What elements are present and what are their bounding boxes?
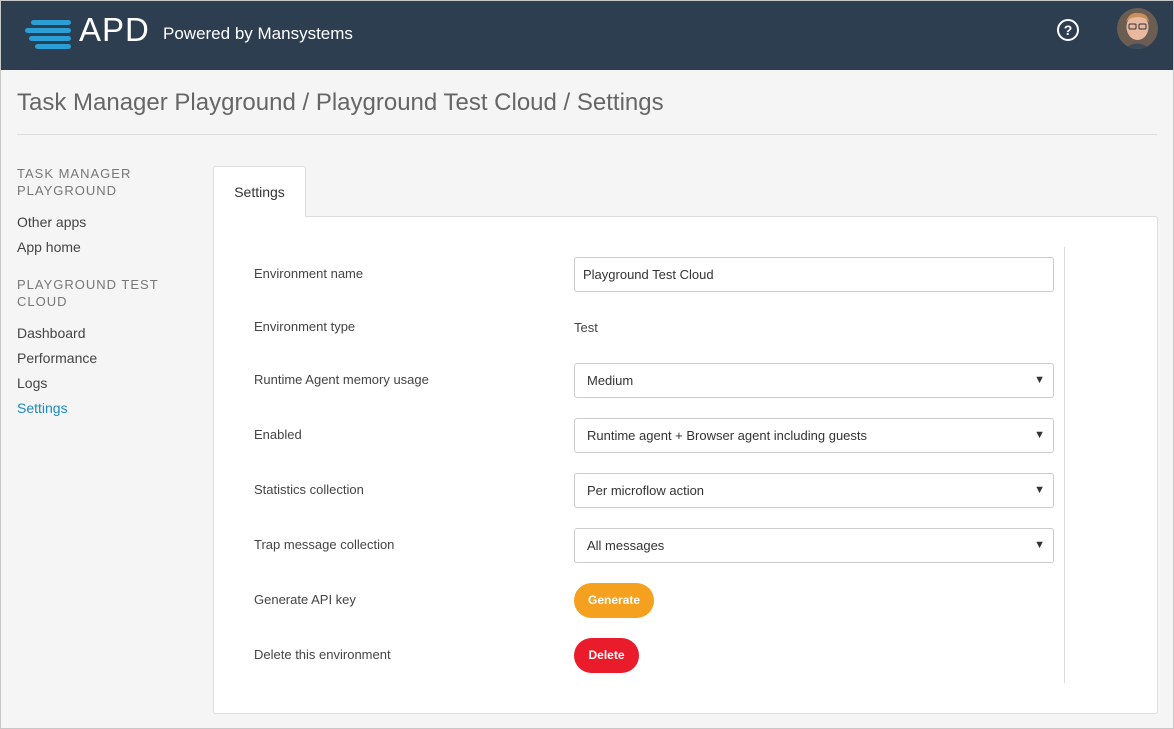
statistics-collection-value: Per microflow action — [587, 483, 705, 498]
environment-name-input[interactable] — [574, 257, 1054, 292]
memory-usage-value: Medium — [587, 373, 634, 388]
title-divider — [17, 134, 1157, 135]
settings-panel: Environment name Environment type Test R… — [213, 216, 1158, 714]
sidebar: TASK MANAGER PLAYGROUND Other apps App h… — [17, 165, 197, 421]
user-avatar[interactable] — [1117, 8, 1158, 49]
apd-logo-icon — [25, 20, 71, 49]
generate-api-key-label: Generate API key — [254, 592, 356, 607]
chevron-down-icon: ▼ — [1034, 484, 1045, 496]
environment-type-value: Test — [574, 320, 598, 335]
trap-message-select[interactable]: All messages ▼ — [574, 528, 1054, 563]
brand-tagline: Powered by Mansystems — [163, 24, 353, 43]
sidebar-item-performance[interactable]: Performance — [17, 346, 197, 371]
chevron-down-icon: ▼ — [1034, 374, 1045, 386]
statistics-collection-select[interactable]: Per microflow action ▼ — [574, 473, 1054, 508]
statistics-collection-label: Statistics collection — [254, 482, 364, 497]
memory-usage-select[interactable]: Medium ▼ — [574, 363, 1054, 398]
enabled-value: Runtime agent + Browser agent including … — [587, 428, 868, 443]
trap-message-label: Trap message collection — [254, 537, 395, 552]
sidebar-item-settings[interactable]: Settings — [17, 396, 197, 421]
memory-usage-label: Runtime Agent memory usage — [254, 372, 429, 387]
enabled-select[interactable]: Runtime agent + Browser agent including … — [574, 418, 1054, 453]
page-title: Task Manager Playground / Playground Tes… — [17, 89, 664, 116]
chevron-down-icon: ▼ — [1034, 539, 1045, 551]
panel-divider — [1064, 247, 1065, 683]
brand-name: APD — [79, 11, 150, 48]
sidebar-item-app-home[interactable]: App home — [17, 235, 197, 260]
environment-name-label: Environment name — [254, 266, 364, 281]
help-icon[interactable]: ? — [1057, 19, 1079, 41]
enabled-label: Enabled — [254, 427, 302, 442]
trap-message-value: All messages — [587, 538, 665, 553]
sidebar-heading-environment: PLAYGROUND TEST CLOUD — [17, 277, 159, 309]
environment-type-label: Environment type — [254, 319, 356, 334]
generate-button[interactable]: Generate — [574, 583, 654, 618]
sidebar-item-dashboard[interactable]: Dashboard — [17, 321, 197, 346]
sidebar-item-logs[interactable]: Logs — [17, 371, 197, 396]
delete-button[interactable]: Delete — [574, 638, 639, 673]
tab-settings[interactable]: Settings — [213, 166, 306, 217]
top-bar: APD Powered by Mansystems ? — [1, 1, 1173, 70]
delete-environment-label: Delete this environment — [254, 647, 391, 662]
sidebar-heading-app: TASK MANAGER PLAYGROUND — [17, 166, 132, 198]
chevron-down-icon: ▼ — [1034, 429, 1045, 441]
sidebar-item-other-apps[interactable]: Other apps — [17, 210, 197, 235]
